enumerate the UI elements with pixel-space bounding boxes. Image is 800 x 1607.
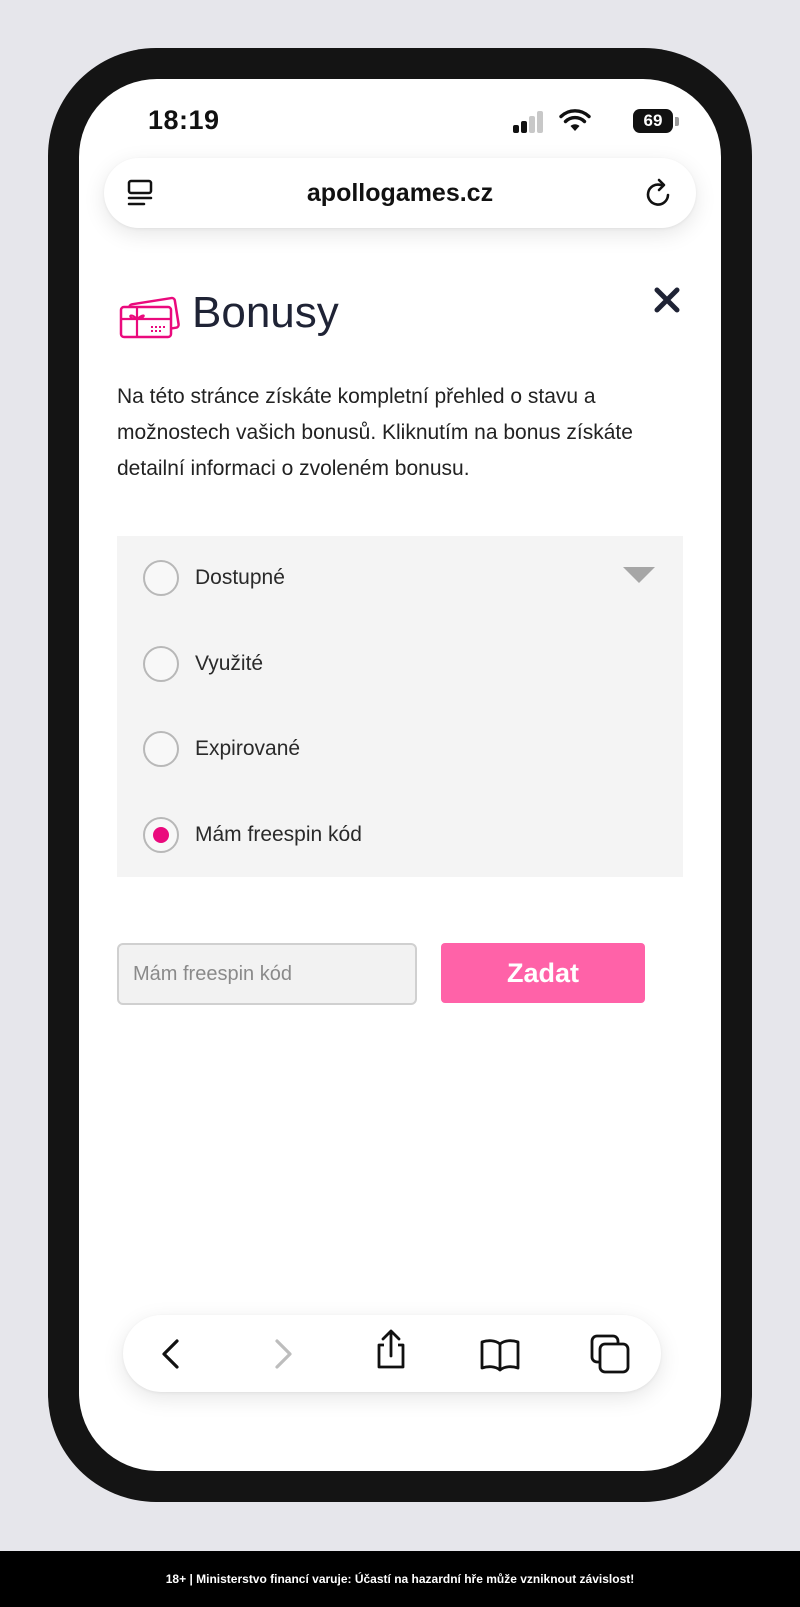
radio-button-selected[interactable] xyxy=(143,817,179,853)
url-bar[interactable]: apollogames.cz xyxy=(104,158,696,228)
filter-option-vyuzite[interactable]: Využité xyxy=(143,646,643,686)
bookmarks-icon[interactable] xyxy=(479,1333,521,1375)
battery-icon: 69 xyxy=(633,109,673,133)
submit-code-button[interactable]: Zadat xyxy=(441,943,645,1003)
radio-button[interactable] xyxy=(143,560,179,596)
status-icons: 69 xyxy=(499,109,679,133)
phone-screen: 18:19 69 apollogames.cz Bonusy Na této s… xyxy=(79,79,721,1471)
freespin-code-input[interactable] xyxy=(117,943,417,1005)
wifi-icon xyxy=(559,109,591,131)
reload-icon[interactable] xyxy=(644,177,674,209)
forward-icon[interactable] xyxy=(261,1333,303,1375)
share-icon[interactable] xyxy=(370,1329,412,1371)
close-icon[interactable] xyxy=(652,285,682,315)
battery-cap xyxy=(675,117,679,126)
status-time: 18:19 xyxy=(148,105,220,135)
gambling-warning-bar: 18+ | Ministerstvo financí varuje: Účast… xyxy=(0,1551,800,1607)
page-title: Bonusy xyxy=(192,288,339,337)
page-description: Na této stránce získáte kompletní přehle… xyxy=(117,385,633,480)
filter-option-label: Dostupné xyxy=(195,566,285,589)
radio-button[interactable] xyxy=(143,646,179,682)
radio-selected-dot xyxy=(153,827,169,843)
filter-option-label: Mám freespin kód xyxy=(195,823,362,846)
filter-option-label: Expirované xyxy=(195,737,301,760)
radio-button[interactable] xyxy=(143,731,179,767)
tabs-icon[interactable] xyxy=(589,1333,631,1375)
filter-option-expirovane[interactable]: Expirované xyxy=(143,731,643,771)
filter-option-dostupne[interactable]: Dostupné xyxy=(143,560,643,600)
filter-option-freespin[interactable]: Mám freespin kód xyxy=(143,817,643,857)
url-text[interactable]: apollogames.cz xyxy=(104,179,696,208)
battery-level: 69 xyxy=(643,111,663,130)
signal-icon xyxy=(513,111,545,133)
bonus-card-icon xyxy=(119,296,180,339)
back-icon[interactable] xyxy=(151,1333,193,1375)
page-header: Bonusy xyxy=(117,283,680,353)
browser-toolbar xyxy=(123,1315,661,1392)
filter-option-label: Využité xyxy=(195,652,264,675)
chevron-down-icon[interactable] xyxy=(623,567,655,583)
bonus-filter-panel: Dostupné Využité Expirované Mám freespin… xyxy=(117,536,683,877)
